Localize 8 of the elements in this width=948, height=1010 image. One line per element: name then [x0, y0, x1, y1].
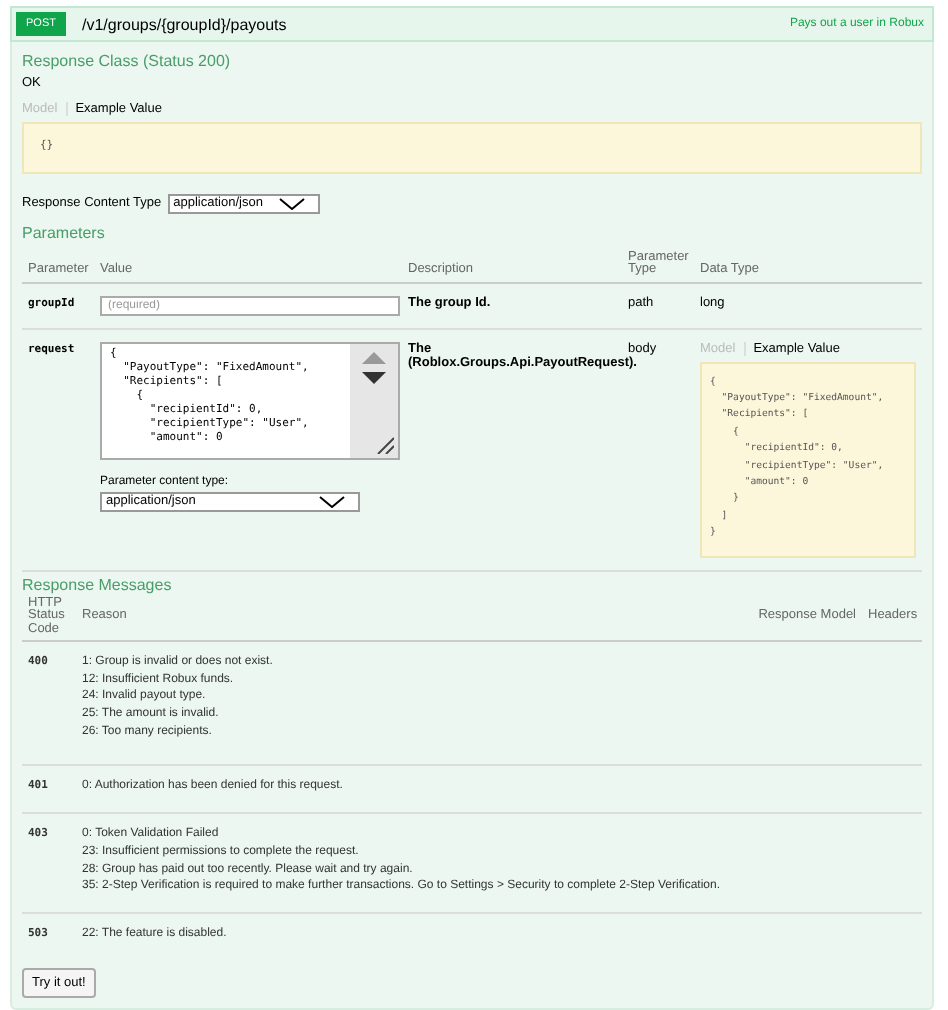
- section-title: Response Messages: [22, 575, 174, 594]
- section-title: Parameters: [22, 223, 107, 242]
- section-title: Response Class (Status 200): [22, 52, 233, 70]
- endpoint-path: /v1/groups/{groupId}/payouts: [81, 15, 289, 33]
- caret-icon: [277, 197, 306, 210]
- resize-grip-icon[interactable]: [376, 435, 394, 454]
- caret-icon: [318, 495, 346, 508]
- down-arrow-icon[interactable]: [362, 371, 386, 384]
